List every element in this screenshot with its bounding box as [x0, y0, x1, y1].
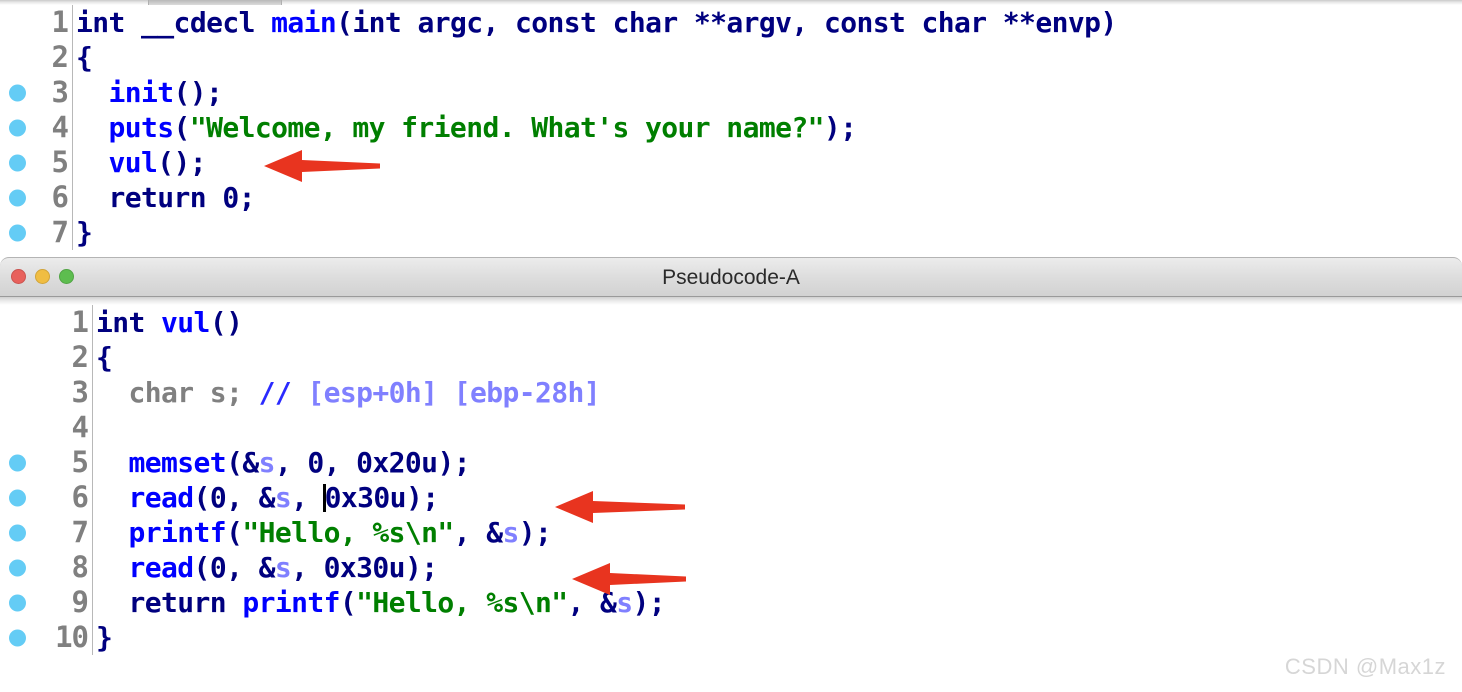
line-number: 7 — [51, 215, 69, 249]
code-line[interactable]: 10} — [0, 620, 1462, 655]
gutter-separator — [92, 480, 93, 515]
line-number: 9 — [71, 585, 89, 619]
code-text: int __cdecl main(int argc, const char **… — [76, 6, 1117, 39]
code-text: char s; // [esp+0h] [ebp-28h] — [128, 376, 601, 409]
code-text: puts("Welcome, my friend. What's your na… — [108, 111, 857, 144]
line-number: 3 — [71, 375, 89, 409]
code-text: read(0, &s, 0x30u); — [128, 551, 439, 584]
titlebar-shadow — [0, 297, 1462, 305]
line-number: 6 — [71, 480, 89, 514]
code-text: return printf("Hello, %s\n", &s); — [128, 586, 666, 619]
line-number: 4 — [71, 410, 89, 444]
code-line[interactable]: 5 vul(); — [0, 145, 1462, 180]
line-number: 2 — [71, 340, 89, 374]
breakpoint-dot[interactable] — [9, 119, 26, 136]
code-editor-main[interactable]: 1 int __cdecl main(int argc, const char *… — [0, 5, 1462, 250]
code-text: vul(); — [108, 146, 207, 179]
code-line[interactable]: 6 return 0; — [0, 180, 1462, 215]
line-number: 2 — [51, 40, 69, 74]
gutter-separator — [72, 75, 73, 110]
window-titlebar-pseudocode-a[interactable]: Pseudocode-A — [0, 257, 1462, 297]
gutter-separator — [92, 620, 93, 655]
code-text: } — [96, 621, 113, 654]
window-title: Pseudocode-A — [662, 266, 800, 289]
line-number: 8 — [71, 550, 89, 584]
code-line[interactable]: 1 int vul() — [0, 305, 1462, 340]
code-line[interactable]: 2{ — [0, 40, 1462, 75]
gutter-separator — [92, 375, 93, 410]
line-number: 5 — [71, 445, 89, 479]
line-number: 5 — [51, 145, 69, 179]
code-line[interactable]: 7 printf("Hello, %s\n", &s); — [0, 515, 1462, 550]
breakpoint-dot[interactable] — [9, 454, 26, 471]
line-number: 3 — [51, 75, 69, 109]
gutter-separator — [72, 180, 73, 215]
code-line[interactable]: 3 init(); — [0, 75, 1462, 110]
line-number: 7 — [71, 515, 89, 549]
pseudocode-pane-main: 1 int __cdecl main(int argc, const char *… — [0, 5, 1462, 255]
gutter-separator — [72, 215, 73, 250]
code-line[interactable]: 1 int __cdecl main(int argc, const char *… — [0, 5, 1462, 40]
breakpoint-dot[interactable] — [9, 84, 26, 101]
line-number: 1 — [71, 305, 89, 339]
code-line[interactable]: 5 memset(&s, 0, 0x20u); — [0, 445, 1462, 480]
line-number: 6 — [51, 180, 69, 214]
code-line[interactable]: 7} — [0, 215, 1462, 250]
gutter-separator — [72, 145, 73, 180]
breakpoint-dot[interactable] — [9, 489, 26, 506]
line-number: 10 — [55, 620, 89, 654]
code-text: return 0; — [108, 181, 256, 214]
breakpoint-dot[interactable] — [9, 559, 26, 576]
code-line[interactable]: 9 return printf("Hello, %s\n", &s); — [0, 585, 1462, 620]
breakpoint-dot[interactable] — [9, 594, 26, 611]
code-line[interactable]: 6 read(0, &s, 0x30u); — [0, 480, 1462, 515]
watermark: CSDN @Max1z — [1284, 654, 1446, 679]
gutter-separator — [72, 5, 73, 40]
code-line[interactable]: 4 puts("Welcome, my friend. What's your … — [0, 110, 1462, 145]
breakpoint-dot[interactable] — [9, 154, 26, 171]
code-text: memset(&s, 0, 0x20u); — [128, 446, 471, 479]
line-number: 4 — [51, 110, 69, 144]
pseudocode-pane-vul: 1 int vul() 2{3 char s; // [esp+0h] [ebp-2… — [0, 305, 1462, 692]
code-line[interactable]: 4 — [0, 410, 1462, 445]
gutter-separator — [92, 305, 93, 340]
code-editor-vul[interactable]: 1 int vul() 2{3 char s; // [esp+0h] [ebp-2… — [0, 305, 1462, 655]
breakpoint-dot[interactable] — [9, 224, 26, 241]
gutter-separator — [92, 585, 93, 620]
code-text: read(0, &s, 0x30u); — [128, 481, 440, 514]
code-text: } — [76, 216, 93, 249]
code-text: printf("Hello, %s\n", &s); — [128, 516, 552, 549]
code-line[interactable]: 8 read(0, &s, 0x30u); — [0, 550, 1462, 585]
gutter-separator — [92, 550, 93, 585]
breakpoint-dot[interactable] — [9, 629, 26, 646]
code-line[interactable]: 2{ — [0, 340, 1462, 375]
gutter-separator — [72, 40, 73, 75]
code-text: init(); — [108, 76, 223, 109]
breakpoint-dot[interactable] — [9, 524, 26, 541]
breakpoint-dot[interactable] — [9, 189, 26, 206]
gutter-separator — [92, 515, 93, 550]
code-text: { — [76, 41, 93, 74]
code-line[interactable]: 3 char s; // [esp+0h] [ebp-28h] — [0, 375, 1462, 410]
gutter-separator — [72, 110, 73, 145]
gutter-separator — [92, 445, 93, 480]
code-text: int vul() — [96, 306, 243, 339]
gutter-separator — [92, 340, 93, 375]
gutter-separator — [92, 410, 93, 445]
code-text: { — [96, 341, 113, 374]
line-number: 1 — [51, 5, 69, 39]
